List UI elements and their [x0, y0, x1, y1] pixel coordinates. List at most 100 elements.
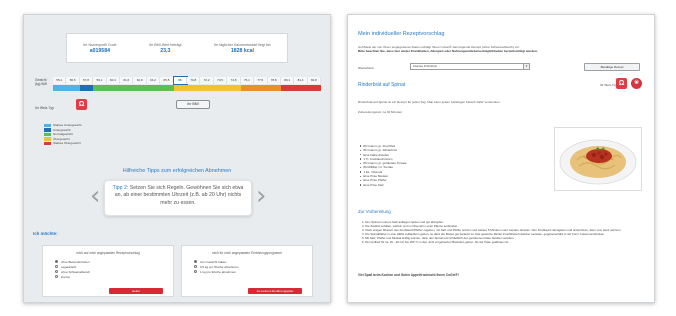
bmi-scale-label: Gewicht (kg) BMI — [35, 78, 48, 86]
mealtime-label: Wunschzeit — [358, 66, 374, 70]
legend-label: Untergewicht — [53, 127, 71, 132]
radio-button[interactable] — [194, 265, 197, 268]
radio-label: 0,5 kg pro Woche abnehmen — [200, 264, 239, 269]
bmi-cell[interactable]: 81,4 — [294, 77, 308, 84]
radio-option[interactable]: 1 kg pro Woche abnehmen — [194, 269, 238, 274]
bmi-cell[interactable]: 72,2 — [200, 77, 214, 84]
bmi-cell[interactable]: 74,8 — [227, 77, 241, 84]
chevron-down-icon: ▾ — [523, 64, 529, 69]
bmi-color-segment — [79, 85, 94, 91]
mealtime-select[interactable]: zweites Frühstück ▾ — [410, 63, 530, 70]
radio-button[interactable] — [194, 270, 197, 273]
radio-button[interactable] — [55, 275, 58, 278]
chevron-right-icon[interactable]: › — [256, 181, 266, 211]
legend-label: Starkes Übergewicht — [53, 141, 81, 146]
legend-swatch — [44, 128, 51, 132]
legend-label: Übergewicht — [53, 136, 70, 141]
bmi-cell[interactable]: 60,4 — [106, 77, 121, 84]
bmi-cell[interactable]: 80,1 — [280, 77, 295, 84]
bmi-color-bar — [53, 85, 321, 91]
bmi-cell[interactable]: 78,8 — [267, 77, 281, 84]
bmi-cell[interactable]: 77,5 — [254, 77, 268, 84]
intro-text: Auf Basis der von Ihnen eingegebenen Dat… — [358, 45, 648, 53]
bmi-cell[interactable]: 55,2 — [53, 77, 67, 84]
card-title: mich für mich angepassten Ernährungsprog… — [212, 251, 282, 255]
chevron-left-icon[interactable]: ‹ — [90, 181, 100, 211]
stat-value: 23,3 — [160, 47, 171, 54]
preparation-steps: 1. Den Spinat in einem Sieb aufliegen la… — [362, 220, 646, 245]
radio-label: ohne Besonderheiten — [61, 259, 90, 264]
bmi-cell[interactable]: 66 — [172, 76, 189, 85]
recipe-suggestion-panel: Mein individueller Rezeptvorschlag Auf B… — [347, 14, 655, 303]
radio-button[interactable] — [55, 260, 58, 263]
recipe-description: Rinderbrät auf Spinat ist ein Rezept für… — [358, 100, 501, 104]
recipe-continue-button[interactable]: weiter — [109, 288, 163, 294]
bmi-cell[interactable]: 65,5 — [160, 77, 174, 84]
screenshot-stage: Ihr Nutzerprofil Code a019584 Ihr BMI-We… — [0, 0, 676, 316]
recipe-options: ohne Besonderheiten vegetarisch ohne Schwe… — [55, 259, 90, 279]
radio-button[interactable] — [194, 260, 197, 263]
bmi-color-segment — [280, 85, 321, 91]
bmi-cell[interactable]: 62,9 — [133, 77, 147, 84]
bmi-cell[interactable]: 56,5 — [66, 77, 80, 84]
preparation-step: 6. Den Auflauf für ca. 20 - 40 min bei 2… — [362, 240, 510, 245]
confirm-recipe-button[interactable]: Bestätige Rezept — [584, 63, 640, 71]
recipe-photo — [554, 127, 642, 191]
mealtime-select-value: zweites Frühstück — [413, 64, 438, 68]
legend-swatch — [44, 123, 51, 127]
bmi-color-segment — [93, 85, 174, 91]
weight-type-label: Ihr Weiz-Typ — [600, 83, 617, 87]
bmi-weight-scale: Gewicht (kg) BMI 55,2 56,5 57,8 59,1 60,4 61,… — [35, 76, 325, 95]
profile-stats-box: Ihr Nutzerprofil Code a019584 Ihr BMI-We… — [66, 33, 288, 63]
bmi-cell[interactable]: 82,8 — [307, 77, 322, 84]
tips-title: Hilfreiche Tipps zum erfolgreichen Abneh… — [122, 168, 232, 174]
legend-label: Normalgewicht — [53, 132, 73, 137]
tip-text: Setzen Sie sich Regeln. Gewöhnen Sie sic… — [114, 185, 244, 206]
prep-time: Zubereitungszeit: ca 30 Minuten — [358, 110, 403, 114]
radio-label: low fat — [61, 274, 70, 279]
ich-moechte-title: Ich möchte: — [33, 231, 58, 236]
tip-card: Tipp 2: Setzen Sie sich Regeln. Gewöhnen… — [104, 180, 252, 216]
bmi-cell[interactable]: 64,2 — [146, 77, 161, 84]
bmi-cell[interactable]: 59,1 — [93, 77, 107, 84]
bmi-calculator-panel: Ihr Nutzerprofil Code a019584 Ihr BMI-We… — [23, 14, 331, 303]
legend-label: Starkes Untergewicht — [53, 123, 82, 128]
meal-category-icon: ❀ — [631, 78, 642, 89]
nutrition-program-card: mich für mich angepassten Ernährungsprog… — [181, 245, 313, 297]
bmi-cell[interactable]: 76,1 — [240, 77, 255, 84]
ingredient-item: Eine Prise Salz — [360, 183, 407, 187]
legend-swatch — [44, 132, 51, 136]
bmi-cell[interactable]: 73,5 — [213, 77, 228, 84]
stat-value: 1828 kcal — [230, 47, 254, 54]
bmi-cell[interactable]: 61,6 — [120, 77, 134, 84]
bmi-value-cells: 55,2 56,5 57,8 59,1 60,4 61,6 62,9 64,2 65,5 66 70… — [53, 76, 322, 85]
nutrition-plan-button[interactable]: zu meinem Ernährungsplan — [248, 288, 302, 294]
radio-button[interactable] — [55, 265, 58, 268]
bmi-cell[interactable]: 57,8 — [79, 77, 94, 84]
stat-label: Ihr Nutzerprofil Code — [83, 42, 117, 47]
weight-type-label: Ihr Weiz-Typ — [35, 106, 54, 110]
legend-item: Starkes Übergewicht — [44, 141, 82, 146]
preparation-title: Zur Vorbereitung — [358, 209, 391, 214]
radio-label: vegetarisch — [61, 264, 77, 269]
tip-label: Tipp 2: — [112, 185, 129, 191]
legend-swatch — [44, 137, 51, 141]
radio-button[interactable] — [55, 270, 58, 273]
recipe-preference-card: mich auf mich angepassten Rezeptvorschla… — [42, 245, 174, 297]
page-title: Mein individueller Rezeptvorschlag — [358, 31, 445, 37]
radio-option[interactable]: ohne Schweinefleisch — [55, 269, 90, 274]
footer-text: Viel Spaß beim Kochen und Guten Appetit … — [358, 273, 459, 277]
radio-label: 1 kg pro Woche abnehmen — [200, 269, 236, 274]
stat-bmi: Ihr BMI-Wert beträgt 23,3 — [149, 43, 182, 54]
radio-option[interactable]: 0,5 kg pro Woche abnehmen — [194, 264, 238, 269]
bmi-button[interactable]: Ihr BMI — [176, 100, 210, 109]
bmi-cell[interactable]: 70,8 — [187, 77, 201, 84]
radio-label: ohne Schweinefleisch — [61, 269, 91, 274]
weight-type-icon: Ω — [76, 99, 87, 110]
weight-type-icon: Ω — [616, 78, 627, 89]
radio-option[interactable]: ohne Besonderheiten — [55, 259, 90, 264]
recipe-title: Rinderbrät auf Spinat — [358, 82, 406, 88]
bmi-color-segment — [173, 85, 241, 91]
radio-option[interactable]: low fat — [55, 274, 90, 279]
bmi-color-segment — [240, 85, 281, 91]
